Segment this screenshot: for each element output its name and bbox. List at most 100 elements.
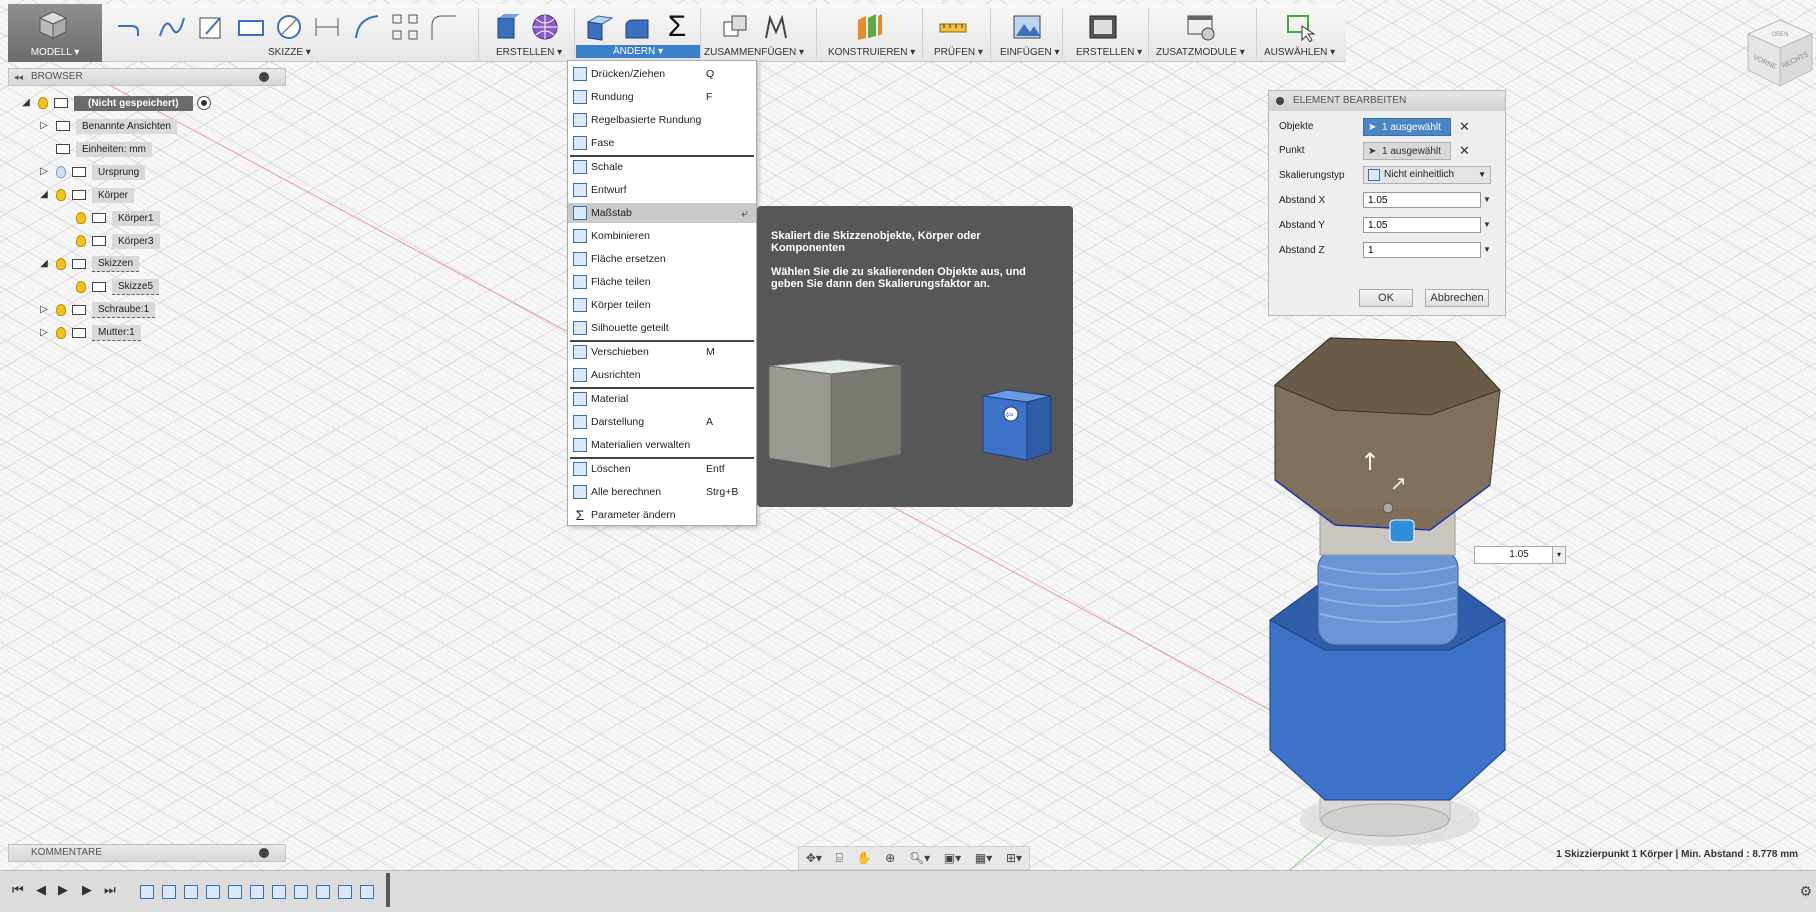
tree-item-units[interactable]: Einheiten: mm xyxy=(56,140,152,158)
visibility-bulb-icon[interactable] xyxy=(56,327,66,339)
zoom-window-icon[interactable]: ⊕ xyxy=(885,851,895,865)
scale-type-select[interactable]: Nicht einheitlich ▼ xyxy=(1363,166,1491,184)
tree-label-screw[interactable]: Schraube:1 xyxy=(92,302,156,318)
display-settings-icon[interactable]: ▣▾ xyxy=(944,851,961,865)
timeline-feature-icon[interactable] xyxy=(228,885,242,899)
menu-item-press-pull[interactable]: Drücken/Ziehen Q xyxy=(568,64,756,84)
timeline-feature-icon[interactable] xyxy=(338,885,352,899)
arc-icon[interactable] xyxy=(352,12,382,42)
clear-objects-icon[interactable]: ✕ xyxy=(1459,119,1470,135)
measure-icon[interactable] xyxy=(938,12,968,42)
tree-label-sketch5[interactable]: Skizze5 xyxy=(112,279,160,295)
tree-label-root[interactable]: (Nicht gespeichert) xyxy=(74,95,193,111)
visibility-bulb-icon[interactable] xyxy=(56,166,66,178)
visibility-bulb-icon[interactable] xyxy=(76,212,86,224)
visibility-bulb-icon[interactable] xyxy=(76,235,86,247)
expand-icon[interactable]: ▷ xyxy=(38,166,50,178)
visibility-bulb-icon[interactable] xyxy=(56,258,66,270)
timeline-feature-icon[interactable] xyxy=(162,885,176,899)
tree-label-body3[interactable]: Körper3 xyxy=(112,233,160,249)
tree-item-views[interactable]: ▷ Benannte Ansichten xyxy=(38,117,177,135)
step-back-icon[interactable]: ◀ xyxy=(36,882,46,898)
toolbar-label-zusammenfuegen[interactable]: ZUSAMMENFÜGEN ▾ xyxy=(704,47,804,58)
timeline-feature-icon[interactable] xyxy=(272,885,286,899)
go-to-start-icon[interactable]: ⏮ xyxy=(12,882,24,898)
toolbar-label-auswaehlen[interactable]: AUSWÄHLEN ▾ xyxy=(1264,47,1335,58)
form-icon[interactable] xyxy=(530,12,560,42)
ok-button[interactable]: OK xyxy=(1359,289,1413,307)
menu-item-fillet[interactable]: Rundung F xyxy=(568,87,756,107)
distance-x-input[interactable] xyxy=(1363,192,1481,208)
activate-radio-icon[interactable] xyxy=(196,96,211,110)
step-forward-icon[interactable]: ▶ xyxy=(82,882,92,898)
tree-label-views[interactable]: Benannte Ansichten xyxy=(76,118,177,134)
tree-label-nut[interactable]: Mutter:1 xyxy=(92,325,141,341)
select-icon[interactable] xyxy=(1286,12,1316,42)
spline-icon[interactable] xyxy=(156,12,186,42)
collapse-icon[interactable]: ◢ xyxy=(38,258,50,270)
manipulator-up-arrow[interactable]: ↑ xyxy=(1360,448,1380,476)
timeline-feature-icon[interactable] xyxy=(360,885,374,899)
render-icon[interactable] xyxy=(1088,12,1118,42)
distance-z-input[interactable] xyxy=(1363,242,1481,258)
visibility-bulb-icon[interactable] xyxy=(56,189,66,201)
line-icon[interactable] xyxy=(114,12,144,42)
toolbar-label-pruefen[interactable]: PRÜFEN ▾ xyxy=(934,47,983,58)
scale-value-dropdown[interactable]: ▾ xyxy=(1552,546,1566,564)
play-icon[interactable]: ▶ xyxy=(58,882,68,898)
manipulator-scale-handle[interactable] xyxy=(1389,519,1415,543)
toolbar-label-skizze[interactable]: SKIZZE ▾ xyxy=(268,47,311,58)
extrude-icon[interactable] xyxy=(492,12,522,42)
press-pull-icon[interactable] xyxy=(584,12,614,42)
expand-icon[interactable]: ▷ xyxy=(38,120,50,132)
viewcube-top-label[interactable]: OBEN xyxy=(1771,32,1788,38)
tree-root[interactable]: ◢ (Nicht gespeichert) xyxy=(20,94,211,112)
distance-x-dropdown-icon[interactable]: ▼ xyxy=(1483,195,1491,204)
menu-item-material[interactable]: Material xyxy=(568,389,756,409)
browser-header[interactable]: ◂◂ BROWSER xyxy=(8,68,286,86)
insert-image-icon[interactable] xyxy=(1012,12,1042,42)
timeline-feature-icon[interactable] xyxy=(184,885,198,899)
menu-item-draft[interactable]: Entwurf xyxy=(568,180,756,200)
tree-label-bodies[interactable]: Körper xyxy=(92,187,135,203)
viewports-icon[interactable]: ⊞▾ xyxy=(1006,851,1022,865)
menu-item-move[interactable]: Verschieben M xyxy=(568,342,756,362)
collapse-icon[interactable]: ◢ xyxy=(38,189,50,201)
collapse-panel-icon[interactable]: ◂◂ xyxy=(14,69,23,85)
menu-item-appearance[interactable]: Darstellung A xyxy=(568,412,756,432)
toolbar-label-einfuegen[interactable]: EINFÜGEN ▾ xyxy=(1000,47,1059,58)
visibility-bulb-icon[interactable] xyxy=(76,281,86,293)
tree-item-screw[interactable]: ▷ Schraube:1 xyxy=(38,301,156,319)
pattern-icon[interactable] xyxy=(390,12,420,42)
distance-y-dropdown-icon[interactable]: ▼ xyxy=(1483,220,1491,229)
menu-item-shell[interactable]: Schale xyxy=(568,157,756,177)
gear-icon[interactable]: ⚙ xyxy=(1799,883,1812,900)
distance-y-input[interactable] xyxy=(1363,217,1481,233)
toolbar-label-konstruieren[interactable]: KONSTRUIEREN ▾ xyxy=(828,47,915,58)
look-at-icon[interactable]: ⌸ xyxy=(836,851,843,866)
fillet-sketch-icon[interactable] xyxy=(428,12,458,42)
pin-icon[interactable] xyxy=(259,848,269,858)
tree-label-body1[interactable]: Körper1 xyxy=(112,210,160,226)
menu-item-silhouette-split[interactable]: Silhouette geteilt xyxy=(568,318,756,338)
menu-item-delete[interactable]: Löschen Entf xyxy=(568,459,756,479)
sigma-icon[interactable]: Σ xyxy=(662,12,692,42)
collapse-icon[interactable]: ◢ xyxy=(20,97,32,109)
menu-item-scale[interactable]: Maßstab ⤶ xyxy=(568,203,756,223)
menu-item-manage-materials[interactable]: Materialien verwalten xyxy=(568,435,756,455)
tree-item-nut[interactable]: ▷ Mutter:1 xyxy=(38,324,141,342)
circle-icon[interactable] xyxy=(274,12,304,42)
dimension-icon[interactable] xyxy=(312,12,342,42)
grid-settings-icon[interactable]: ▦▾ xyxy=(975,851,992,865)
tree-item-body3[interactable]: Körper3 xyxy=(76,232,160,250)
fillet-icon[interactable] xyxy=(622,12,652,42)
joint-icon[interactable] xyxy=(760,12,790,42)
go-to-end-icon[interactable]: ⏭ xyxy=(104,882,116,898)
expand-icon[interactable]: ▷ xyxy=(38,327,50,339)
zoom-icon[interactable]: 🔍︎▾ xyxy=(909,851,930,865)
dialog-collapse-icon[interactable] xyxy=(1276,97,1284,105)
toolbar-label-erstellen2[interactable]: ERSTELLEN ▾ xyxy=(1076,47,1142,58)
objects-select-button[interactable]: ➤ 1 ausgewählt xyxy=(1363,118,1451,136)
dialog-header[interactable]: ELEMENT BEARBEITEN xyxy=(1269,91,1505,111)
timeline-feature-icon[interactable] xyxy=(250,885,264,899)
